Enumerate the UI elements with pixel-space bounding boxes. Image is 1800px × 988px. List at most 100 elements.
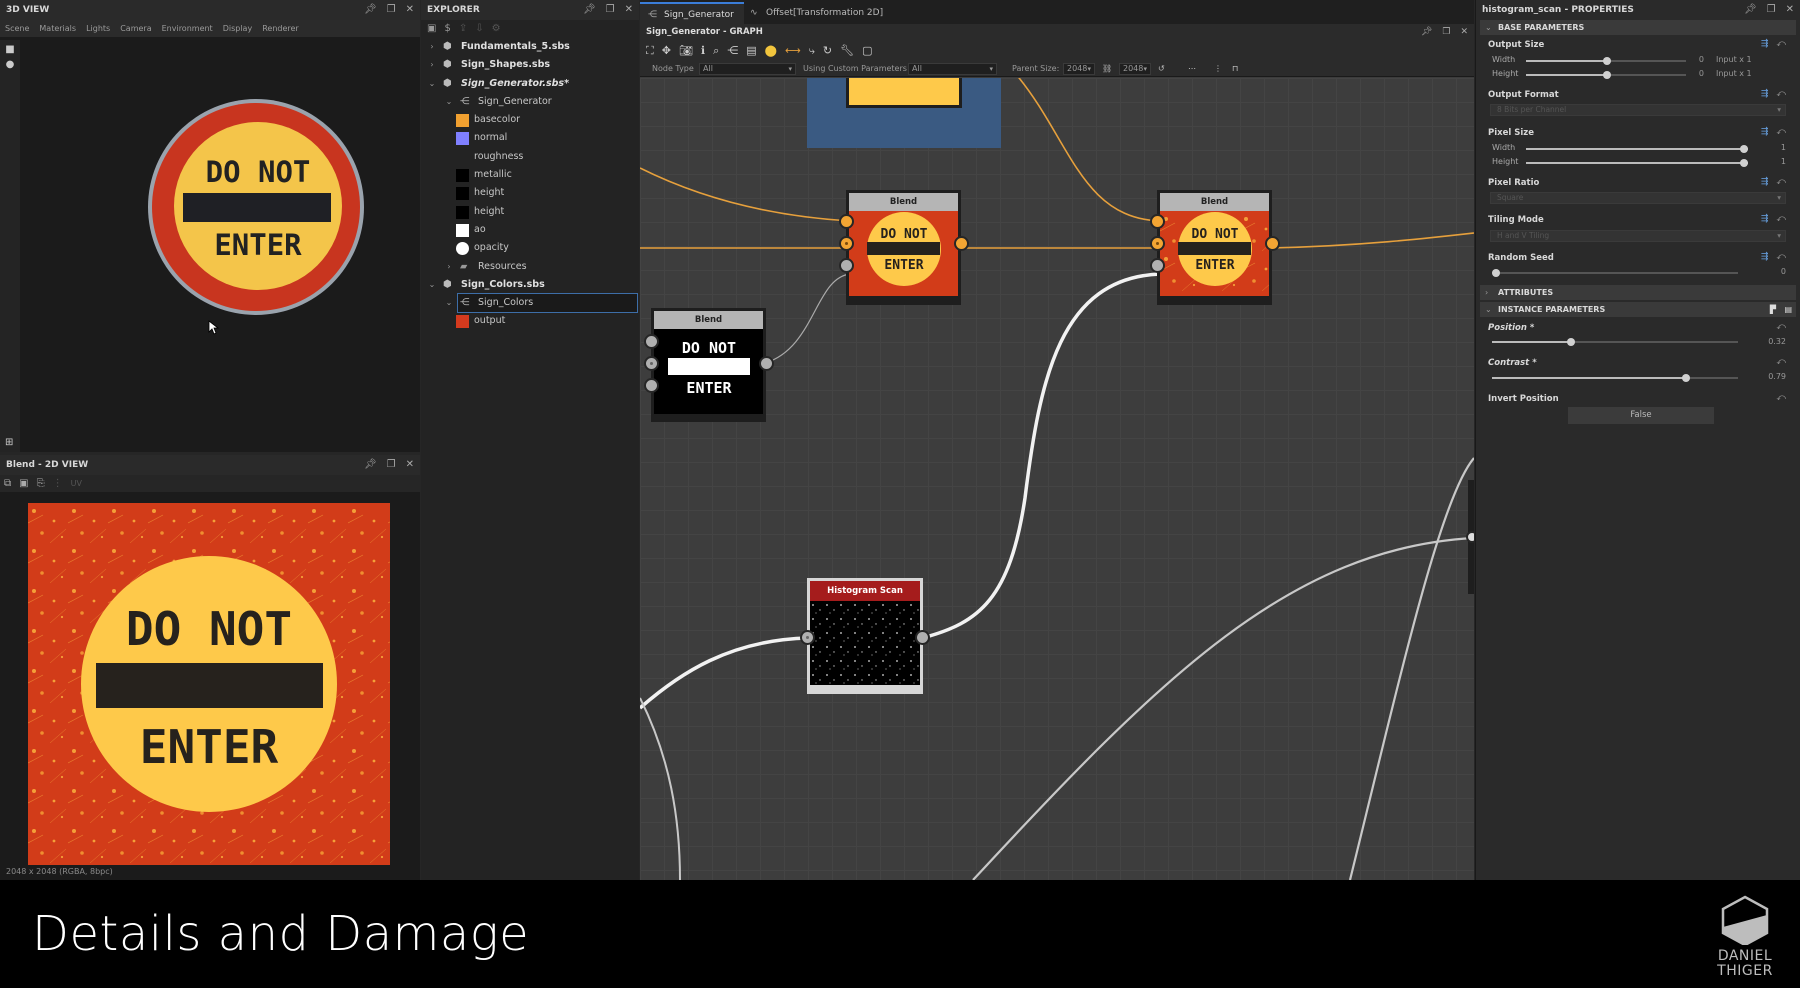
input-socket-background[interactable]	[644, 356, 659, 371]
output-width-mode[interactable]: Input x 1	[1716, 55, 1772, 64]
menu-environment[interactable]: Environment	[162, 20, 213, 37]
offscreen-node-socket[interactable]	[1466, 531, 1474, 543]
function-graph-icon[interactable]: ⤺	[1776, 252, 1786, 262]
snapshot-icon[interactable]: 📷︎	[679, 40, 693, 61]
uv-dropdown[interactable]: UV	[71, 475, 82, 492]
input-socket-mask[interactable]	[839, 258, 854, 273]
custom-params-select[interactable]: All	[908, 63, 997, 75]
float-icon[interactable]: ❐	[387, 455, 396, 475]
frame-all-icon[interactable]: ⛶	[646, 40, 654, 61]
section-attributes[interactable]: › ATTRIBUTES	[1480, 285, 1796, 300]
random-seed-value[interactable]: 0	[1756, 267, 1786, 276]
save-icon[interactable]: ▣	[19, 475, 28, 492]
float-icon[interactable]: ❐	[1442, 24, 1450, 40]
wire-orange-1[interactable]	[640, 167, 851, 222]
layout-icon[interactable]: ⋲	[727, 40, 738, 61]
tab-offset-transformation[interactable]: ∿ Offset[Transformation 2D]	[742, 2, 893, 24]
move-icon[interactable]: ✥	[662, 40, 671, 61]
tree-item[interactable]: output	[421, 312, 639, 330]
tree-item[interactable]: normal	[421, 129, 639, 147]
output-socket[interactable]	[759, 356, 774, 371]
wire-grey-4[interactable]	[1348, 457, 1474, 880]
pixel-width-value[interactable]: 1	[1756, 143, 1786, 152]
function-graph-icon[interactable]: ⤺	[1776, 127, 1786, 137]
camera-icon[interactable]: ■	[0, 44, 20, 55]
input-socket-foreground[interactable]	[1150, 214, 1165, 229]
function-graph-icon[interactable]: ⤺	[1776, 357, 1786, 367]
tab-sign-generator[interactable]: ⋲ Sign_Generator	[640, 2, 744, 24]
float-icon[interactable]: ❐	[1767, 0, 1776, 20]
3d-sign-render[interactable]: DO NOT ENTER	[140, 94, 372, 326]
export-icon[interactable]: ⇩	[475, 20, 483, 37]
wire-orange-4[interactable]	[1015, 78, 1161, 222]
output-height-value[interactable]: 0	[1676, 69, 1704, 78]
section-base-parameters[interactable]: ⌄ BASE PARAMETERS	[1480, 20, 1796, 35]
blend-node-2[interactable]: Blend DO NOT ENTER	[1150, 190, 1280, 305]
contrast-value[interactable]: 0.79	[1746, 372, 1786, 381]
output-width-slider[interactable]	[1526, 57, 1686, 65]
node-type-select[interactable]: All	[699, 63, 796, 75]
float-icon[interactable]: ❐	[387, 0, 396, 20]
wire-orange-5[interactable]	[1269, 232, 1474, 249]
pixel-width-slider[interactable]	[1526, 145, 1748, 153]
pin-icon[interactable]: 📌︎	[583, 0, 596, 20]
chevron-down-icon[interactable]: ⌄	[444, 294, 454, 312]
tree-item[interactable]: opacity	[421, 239, 639, 257]
close-icon[interactable]: ✕	[625, 0, 633, 20]
function-graph-icon[interactable]: ⤺	[1776, 39, 1786, 49]
menu-display[interactable]: Display	[223, 20, 253, 37]
output-height-slider[interactable]	[1526, 71, 1686, 79]
distribute-icon[interactable]: ⊓	[1232, 61, 1238, 77]
refresh-icon[interactable]: ↻	[823, 40, 832, 61]
chevron-down-icon[interactable]: ⌄	[444, 93, 454, 111]
chevron-down-icon[interactable]: ⌄	[427, 276, 437, 294]
chevron-down-icon[interactable]: ⌄	[427, 75, 437, 93]
random-seed-slider[interactable]	[1492, 269, 1738, 277]
input-socket-foreground[interactable]	[839, 214, 854, 229]
copy-icon[interactable]: ⎘	[37, 475, 45, 492]
publish-icon[interactable]: ⇪	[459, 20, 467, 37]
parent-size-height-select[interactable]: 2048	[1119, 63, 1151, 75]
expose-param-icon[interactable]: ⇶	[1761, 39, 1769, 49]
chevron-right-icon[interactable]: ›	[427, 38, 437, 56]
pixel-height-slider[interactable]	[1526, 159, 1748, 167]
wire-white-2[interactable]	[640, 636, 809, 710]
align-horizontal-icon[interactable]: ⋯	[1188, 61, 1196, 77]
close-icon[interactable]: ✕	[406, 0, 414, 20]
output-width-value[interactable]: 0	[1676, 55, 1704, 64]
tree-item[interactable]: ⌄ ⬢ Sign_Generator.sbs*	[421, 75, 639, 93]
pin-icon[interactable]: 📌︎	[364, 0, 377, 20]
input-socket-foreground[interactable]	[644, 334, 659, 349]
expose-param-icon[interactable]: ⇶	[1761, 177, 1769, 187]
chevron-right-icon[interactable]: ›	[427, 56, 437, 74]
float-icon[interactable]: ❐	[606, 0, 615, 20]
wire-grey-3[interactable]	[972, 536, 1474, 880]
connector-icon[interactable]: ⟷	[785, 40, 801, 61]
output-height-mode[interactable]: Input x 1	[1716, 69, 1772, 78]
input-socket-mask[interactable]	[1150, 258, 1165, 273]
close-icon[interactable]: ✕	[406, 455, 414, 475]
parent-size-width-select[interactable]: 2048	[1063, 63, 1095, 75]
align-vertical-icon[interactable]: ⋮	[1214, 61, 1222, 77]
2d-texture-preview[interactable]: DO NOT ENTER	[28, 503, 390, 865]
input-socket-background[interactable]	[1150, 236, 1165, 251]
info-icon[interactable]: ℹ	[701, 40, 705, 61]
tree-item[interactable]: › ⬢ Fundamentals_5.sbs	[421, 38, 639, 56]
function-graph-icon[interactable]: ⤺	[1776, 322, 1786, 332]
window-icon[interactable]: ▢	[862, 40, 872, 61]
position-slider[interactable]	[1492, 338, 1738, 346]
pin-icon[interactable]: 📌︎	[1421, 24, 1432, 40]
invert-position-toggle[interactable]: False	[1568, 407, 1714, 424]
save-icon[interactable]: ▣	[427, 20, 436, 37]
tree-item[interactable]: ao	[421, 221, 639, 239]
wire-grey-2[interactable]	[640, 697, 681, 880]
python-icon[interactable]: ⬤	[765, 40, 777, 61]
expose-param-icon[interactable]: ⇶	[1761, 214, 1769, 224]
function-graph-icon[interactable]: ⤺	[1776, 89, 1786, 99]
menu-camera[interactable]: Camera	[120, 20, 151, 37]
preset-list-icon[interactable]: ▤	[1784, 302, 1792, 317]
expose-param-icon[interactable]: ⇶	[1761, 89, 1769, 99]
settings-icon[interactable]: ⚙	[492, 20, 501, 37]
tree-item[interactable]: ⌄ ⬢ Sign_Colors.sbs	[421, 276, 639, 294]
output-format-select[interactable]: 8 Bits per Channel	[1490, 104, 1786, 116]
